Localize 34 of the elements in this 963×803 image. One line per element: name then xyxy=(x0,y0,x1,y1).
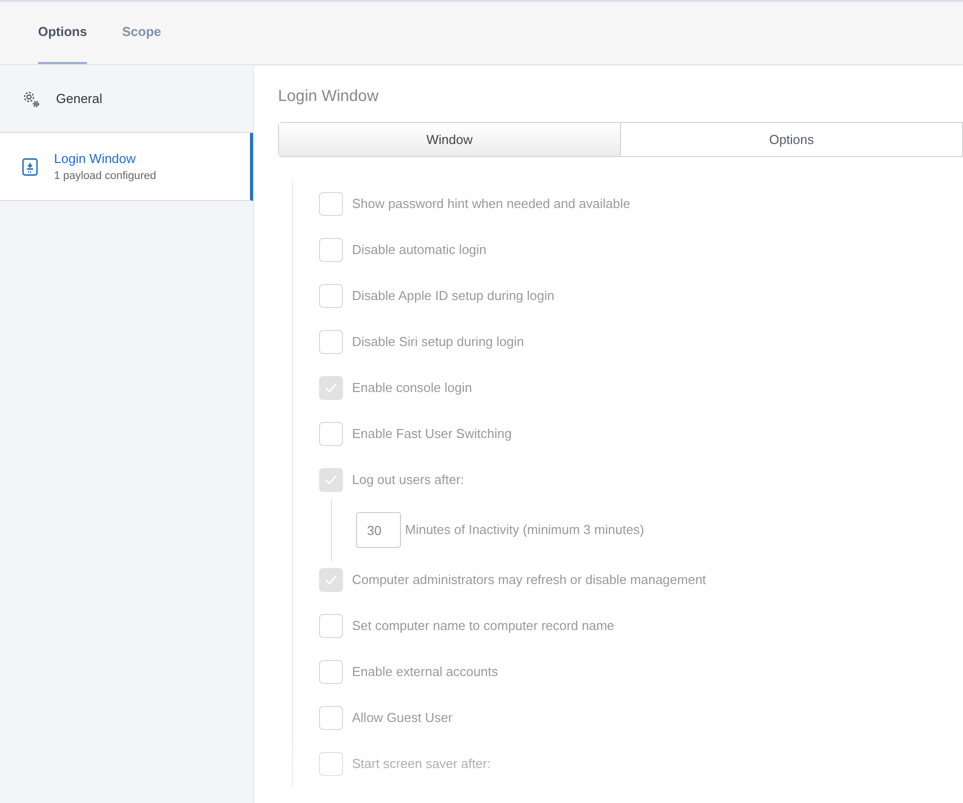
option-label: Disable Apple ID setup during login xyxy=(352,287,554,306)
option-label: Set computer name to computer record name xyxy=(352,617,614,636)
checkbox[interactable] xyxy=(319,192,343,216)
checkbox[interactable] xyxy=(319,376,343,400)
option-label: Show password hint when needed and available xyxy=(352,195,630,214)
checkbox[interactable] xyxy=(319,660,343,684)
option-label: Start screen saver after: xyxy=(352,755,491,774)
option-label: Enable Fast User Switching xyxy=(352,425,512,444)
checkbox[interactable] xyxy=(319,238,343,262)
option-label: Enable console login xyxy=(352,379,472,398)
check-icon xyxy=(325,475,337,486)
option-label: Computer administrators may refresh or disable management xyxy=(352,571,706,590)
check-icon xyxy=(325,383,337,394)
number-field[interactable]: 30 xyxy=(356,512,401,548)
checkbox[interactable] xyxy=(319,468,343,492)
option-label: Disable Siri setup during login xyxy=(352,333,524,352)
option-label: Allow Guest User xyxy=(352,709,452,728)
option-label: Enable external accounts xyxy=(352,663,498,682)
field-label: Minutes of Inactivity (minimum 3 minutes) xyxy=(405,521,644,540)
checkbox[interactable] xyxy=(319,568,343,592)
checkbox[interactable] xyxy=(319,422,343,446)
checkbox[interactable] xyxy=(319,706,343,730)
check-icon xyxy=(325,575,337,586)
checkbox[interactable] xyxy=(319,614,343,638)
checkbox[interactable] xyxy=(319,284,343,308)
segment-tab[interactable]: Window xyxy=(279,123,621,156)
checkbox[interactable] xyxy=(319,330,343,354)
login-window-icon xyxy=(22,158,38,176)
checkbox[interactable] xyxy=(319,752,343,776)
sidebar-item[interactable]: Login Window 1 payload configured xyxy=(0,133,253,201)
page-title: Login Window xyxy=(278,87,380,106)
option-label: Disable automatic login xyxy=(352,241,486,260)
option-label: Log out users after: xyxy=(352,471,464,490)
gears-icon xyxy=(22,90,40,108)
